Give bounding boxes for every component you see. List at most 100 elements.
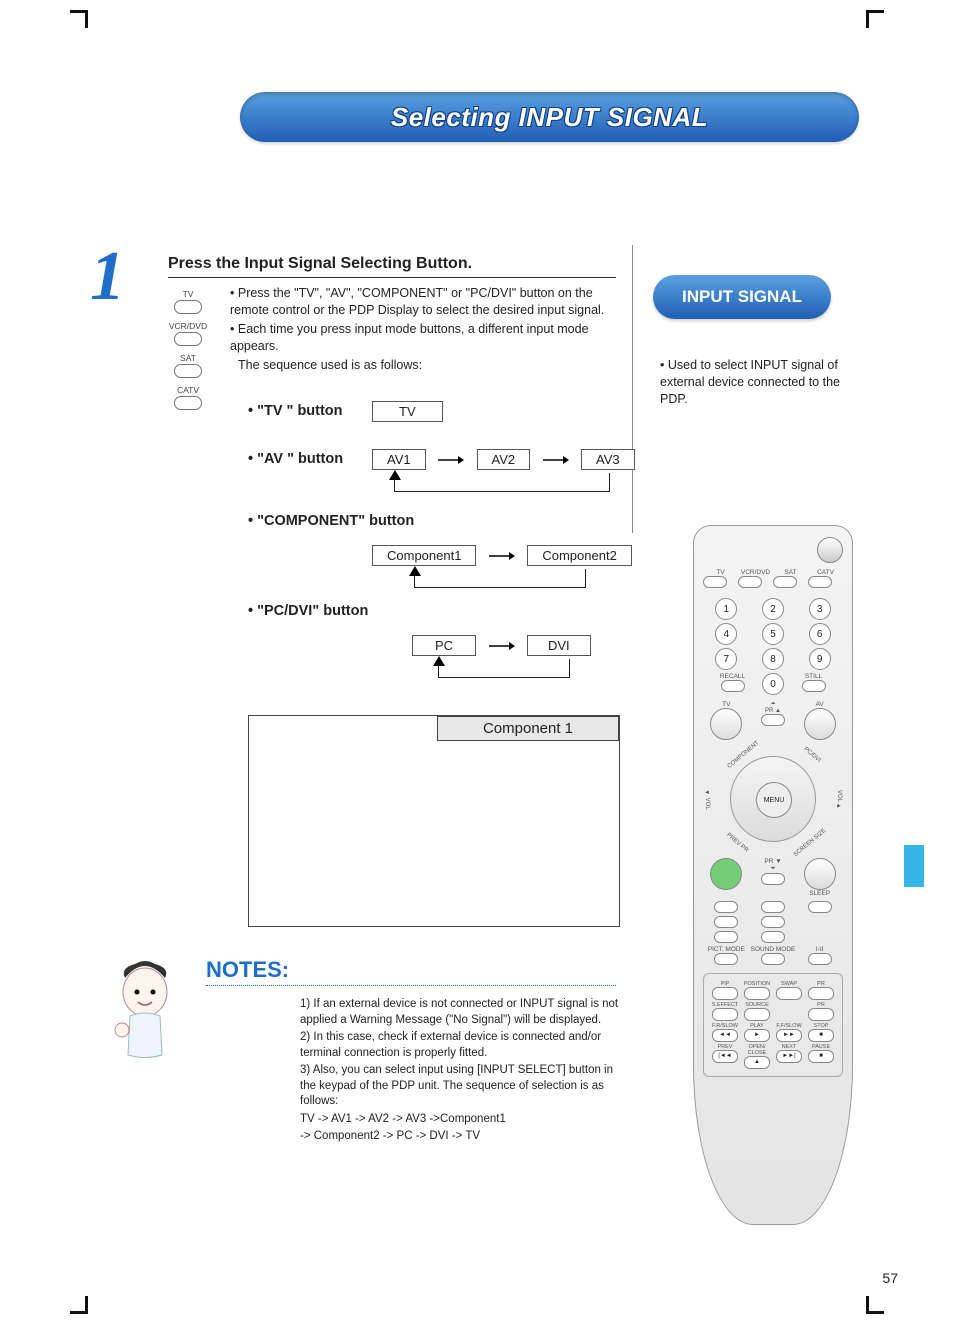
sub-button[interactable]: [712, 1008, 738, 1021]
mini-btn: [174, 396, 202, 410]
digit-button[interactable]: 4: [715, 623, 737, 645]
pr-up-button[interactable]: [761, 714, 785, 726]
sidebar-text: • Used to select INPUT signal of externa…: [660, 357, 840, 408]
seq-av-row: AV1 AV2 AV3: [372, 449, 635, 470]
sound-mode-button[interactable]: [761, 953, 785, 965]
r-label: S.EFFECT: [709, 1002, 741, 1008]
arrow-right-icon: [489, 641, 515, 651]
r-pill-button[interactable]: [773, 576, 797, 588]
digit-button[interactable]: 0: [762, 673, 784, 695]
seq-box: AV1: [372, 449, 426, 470]
remote-mini-buttons: TV VCR/DVD SAT CATV: [158, 289, 218, 417]
mini-btn: [174, 364, 202, 378]
mini-btn-label: TV: [158, 289, 218, 299]
page-title: Selecting INPUT SIGNAL: [391, 102, 708, 133]
r-pill-button[interactable]: [703, 576, 727, 588]
sub-button[interactable]: [776, 987, 802, 1000]
note-item: -> Component2 -> PC -> DVI -> TV: [300, 1129, 620, 1145]
step-number: 1: [90, 237, 125, 317]
r-label: PREV: [709, 1044, 741, 1050]
seq-av-label: • "AV " button: [248, 451, 343, 467]
loop-line: [394, 473, 610, 492]
digit-button[interactable]: 1: [715, 598, 737, 620]
mini-btn-label: SAT: [158, 353, 218, 363]
r-pill-button[interactable]: [714, 931, 738, 943]
r-pill-button[interactable]: [761, 916, 785, 928]
seq-comp-row: Component1 Component2: [372, 545, 632, 566]
r-pill-button[interactable]: [761, 901, 785, 913]
arrow-up-icon: [389, 470, 401, 480]
digit-button[interactable]: 7: [715, 648, 737, 670]
sub-button[interactable]: ▲: [744, 1056, 770, 1069]
body-bullet: The sequence used is as follows:: [238, 357, 610, 374]
sub-button[interactable]: [744, 987, 770, 1000]
r-label: TV: [703, 569, 738, 576]
sub-button[interactable]: ■: [808, 1050, 834, 1063]
pr-down-button[interactable]: [761, 873, 785, 885]
sub-button[interactable]: [744, 1008, 770, 1021]
digit-button[interactable]: 8: [762, 648, 784, 670]
sub-button[interactable]: ►►|: [776, 1050, 802, 1063]
sidebar-pill: INPUT SIGNAL: [653, 275, 831, 319]
digit-button[interactable]: 5: [762, 623, 784, 645]
r-pill-button[interactable]: [761, 931, 785, 943]
r-label: POSITION: [741, 981, 773, 987]
r-pill-button[interactable]: [714, 901, 738, 913]
loop-line: [414, 569, 586, 588]
seq-tv-row: TV: [372, 401, 443, 422]
arrow-right-icon: [438, 455, 464, 465]
sub-button[interactable]: [808, 987, 834, 1000]
sub-button[interactable]: ►►: [776, 1029, 802, 1042]
sub-button[interactable]: |◄◄: [712, 1050, 738, 1063]
sub-button[interactable]: [712, 987, 738, 1000]
seq-comp-label: • "COMPONENT" button: [248, 513, 414, 529]
r-label: F.F/SLOW: [773, 1023, 805, 1029]
tv-button[interactable]: [710, 708, 742, 740]
sub-button[interactable]: ◄◄: [712, 1029, 738, 1042]
menu-button[interactable]: MENU: [756, 782, 792, 818]
step-rule: [168, 277, 616, 278]
seq-pcdvi-row: PC DVI: [412, 635, 591, 656]
i-ii-button[interactable]: [808, 953, 832, 965]
digit-button[interactable]: 9: [809, 648, 831, 670]
seq-box: TV: [372, 401, 443, 422]
seq-box: DVI: [527, 635, 591, 656]
grey-button[interactable]: [804, 858, 836, 890]
r-label: VCR/DVD: [738, 569, 773, 576]
arrow-right-icon: [543, 455, 569, 465]
note-item: TV -> AV1 -> AV2 -> AV3 ->Component1: [300, 1112, 620, 1128]
r-label: ◄ VOL: [704, 790, 710, 810]
digit-button[interactable]: 3: [809, 598, 831, 620]
power-button[interactable]: [817, 537, 843, 563]
av-button[interactable]: [804, 708, 836, 740]
remote-sub-panel: PIPPOSITIONSWAPPRS.EFFECTSOURCEPRF.R/SLO…: [703, 973, 843, 1077]
digit-button[interactable]: 6: [809, 623, 831, 645]
r-label: SLEEP: [796, 890, 843, 897]
remote-control: TV VCR/DVD SAT CATV 123 456 789 RECALL 0…: [693, 525, 853, 1225]
seq-box: AV3: [581, 449, 635, 470]
mini-btn-label: VCR/DVD: [158, 321, 218, 331]
r-pill-button[interactable]: [714, 916, 738, 928]
r-label: SOUND MODE: [750, 946, 797, 953]
r-pill-button[interactable]: [808, 576, 832, 588]
pict-mode-button[interactable]: [714, 953, 738, 965]
notes-rule: [206, 985, 616, 986]
r-pill-button[interactable]: [738, 576, 762, 588]
sub-button[interactable]: ■: [808, 1029, 834, 1042]
note-item: 1) If an external device is not connecte…: [300, 997, 620, 1028]
sub-button[interactable]: [808, 1008, 834, 1021]
still-button[interactable]: [802, 680, 826, 692]
r-label: SAT: [773, 569, 808, 576]
step-heading: Press the Input Signal Selecting Button.: [168, 255, 472, 273]
r-label: STOP: [805, 1023, 837, 1029]
r-label: VOL ►: [836, 790, 842, 809]
r-pill-button[interactable]: [808, 901, 832, 913]
r-label: TV: [703, 701, 750, 708]
mini-btn: [174, 300, 202, 314]
sub-button[interactable]: ►: [744, 1029, 770, 1042]
screen-osd-label: Component 1: [437, 716, 619, 741]
digit-button[interactable]: 2: [762, 598, 784, 620]
dpad: MENU ◄ VOL VOL ► COMPONENT PC/DVI PREV P…: [718, 744, 828, 854]
green-button[interactable]: [710, 858, 742, 890]
recall-button[interactable]: [721, 680, 745, 692]
